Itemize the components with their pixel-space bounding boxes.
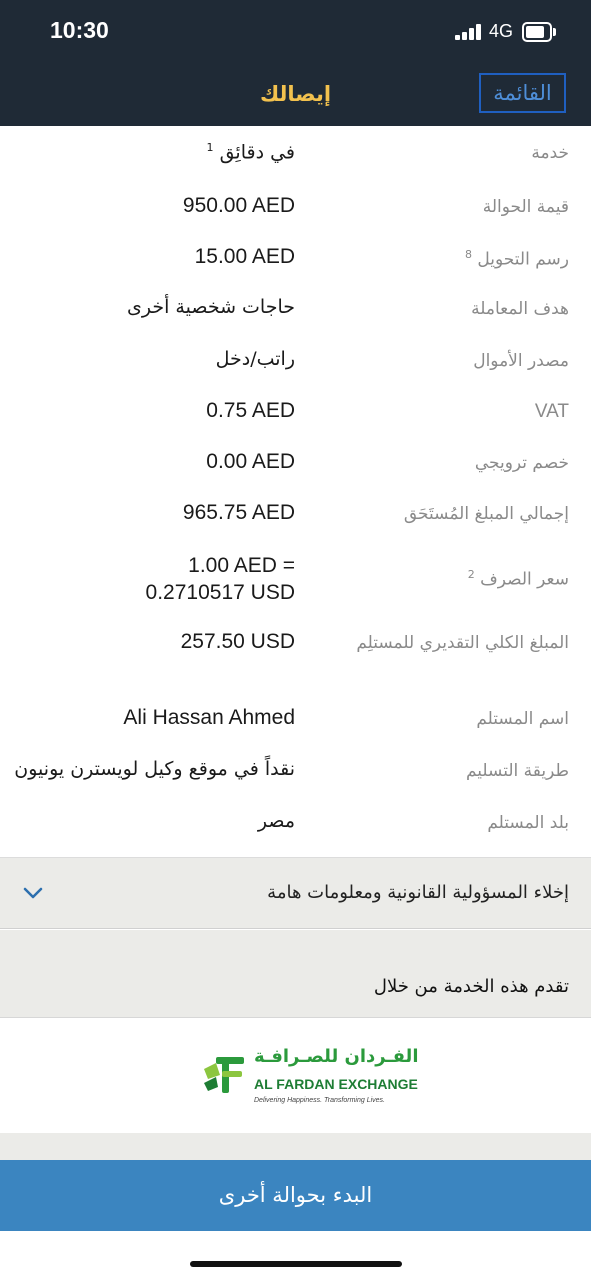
detail-value: 950.00 AED xyxy=(182,194,295,217)
detail-label: طريقة التسليم xyxy=(465,761,569,781)
logo-english-text: AL FARDAN EXCHANGE xyxy=(254,1076,418,1092)
detail-value: 15.00 AED xyxy=(194,245,295,268)
detail-label: مصدر الأموال xyxy=(473,351,569,371)
network-type: 4G xyxy=(489,21,514,41)
detail-label: خصم ترويجي xyxy=(474,453,569,473)
detail-value: Ali Hassan Ahmed xyxy=(123,706,295,729)
al-fardan-logo-icon xyxy=(204,1057,244,1093)
disclaimer-toggle[interactable]: إخلاء المسؤولية القانونية ومعلومات هامة xyxy=(0,857,591,929)
detail-label: هدف المعاملة xyxy=(471,299,569,319)
detail-label: إجمالي المبلغ المُستَحَق xyxy=(403,504,569,524)
detail-label: المبلغ الكلي التقديري للمستلِم xyxy=(356,633,569,653)
section-spacer xyxy=(0,1133,591,1160)
detail-value: مصر xyxy=(257,810,295,832)
detail-value: 1.00 AED = 0.2710517 USD xyxy=(145,554,295,604)
detail-value: 0.75 AED xyxy=(206,399,295,422)
detail-label: بلد المستلم xyxy=(487,813,569,833)
detail-value: في دقائِق 1 xyxy=(206,141,295,164)
detail-value: راتب/دخل xyxy=(215,348,295,370)
detail-value: 257.50 USD xyxy=(180,630,295,653)
bottom-safe-area xyxy=(0,1231,591,1280)
chevron-down-icon xyxy=(23,887,43,899)
disclaimer-label: إخلاء المسؤولية القانونية ومعلومات هامة xyxy=(267,882,569,903)
detail-label: اسم المستلم xyxy=(476,709,569,729)
provider-label: تقدم هذه الخدمة من خلال xyxy=(373,976,569,997)
detail-value: 965.75 AED xyxy=(182,501,295,524)
detail-label: رسم التحويل 8 xyxy=(465,248,569,270)
home-indicator xyxy=(190,1261,402,1267)
new-transfer-button[interactable]: البدء بحوالة أخرى xyxy=(0,1160,591,1231)
detail-value: 0.00 AED xyxy=(206,450,295,473)
status-time: 10:30 xyxy=(50,17,109,43)
detail-label: قيمة الحوالة xyxy=(482,197,569,217)
detail-label: خدمة xyxy=(531,143,569,163)
detail-label: سعر الصرف 2 xyxy=(467,568,569,590)
battery-icon xyxy=(522,22,556,42)
detail-label: VAT xyxy=(534,401,569,422)
provider-section: تقدم هذه الخدمة من خلال xyxy=(0,930,591,1018)
nav-bar: إيصالك القائمة xyxy=(0,62,591,126)
signal-icon xyxy=(455,24,483,40)
detail-value: حاجات شخصية أخرى xyxy=(127,296,295,318)
status-bar: 10:30 4G xyxy=(0,0,591,62)
logo-arabic-text: الفـردان للصـرافـة xyxy=(254,1046,419,1067)
menu-button[interactable]: القائمة xyxy=(479,73,566,113)
provider-logo: الفـردان للصـرافـة AL FARDAN EXCHANGE De… xyxy=(0,1018,591,1133)
logo-tagline: Delivering Happiness. Transforming Lives… xyxy=(254,1097,385,1104)
detail-value: نقداً في موقع وكيل لويسترن يونيون xyxy=(14,758,295,780)
